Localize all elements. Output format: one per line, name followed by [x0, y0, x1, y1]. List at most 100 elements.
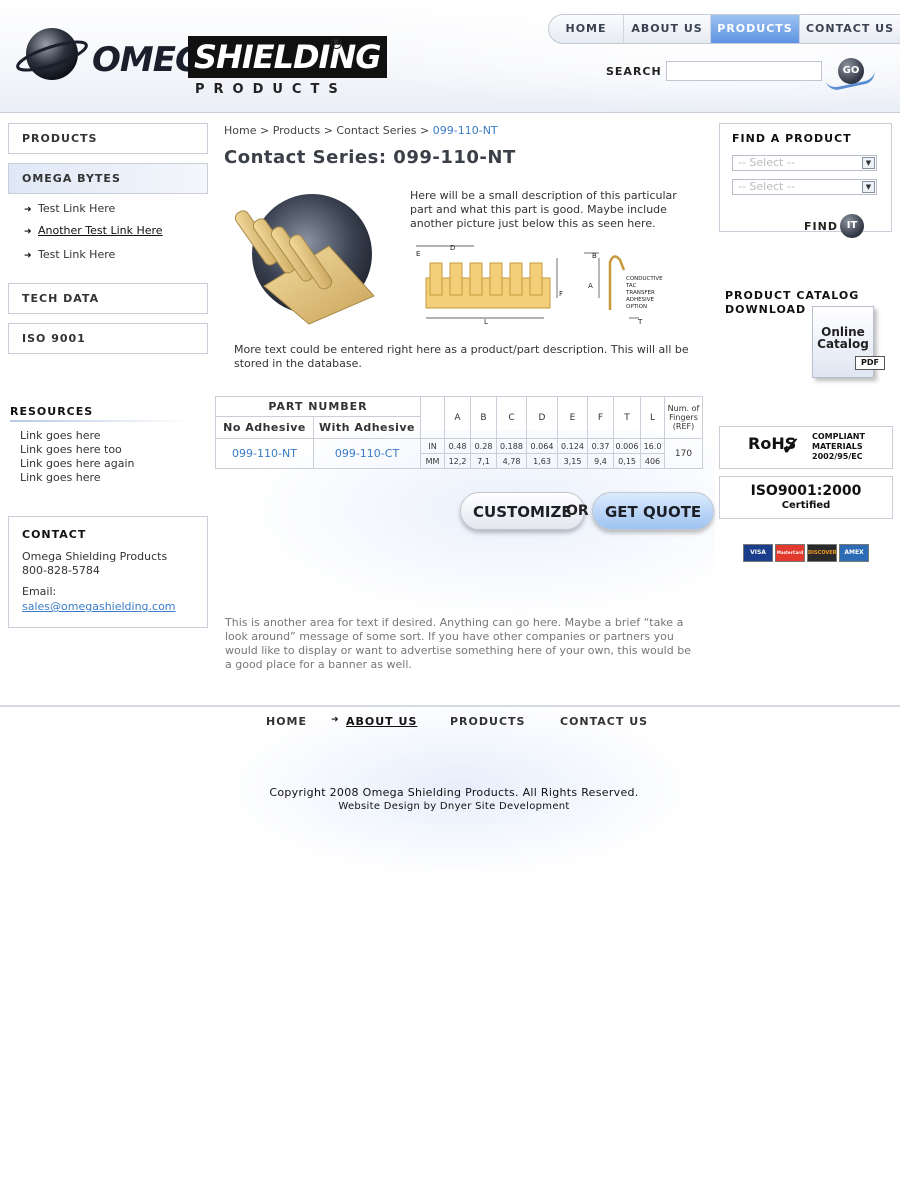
design-credit: Website Design by Dnyer Site Development	[338, 801, 570, 812]
diagram-label: ADHESIVE	[626, 297, 654, 303]
sidebar-item-tech-data[interactable]: TECH DATA	[8, 283, 208, 314]
mastercard-card-icon: MasterCard	[775, 544, 805, 562]
diagram-label: D	[450, 244, 455, 252]
resource-link[interactable]: Link goes here too	[20, 443, 122, 456]
get-quote-button[interactable]: GET QUOTE	[592, 492, 715, 530]
contact-company: Omega Shielding Products	[22, 550, 168, 563]
arrow-right-icon: ➜	[24, 205, 32, 215]
select-value: -- Select --	[738, 180, 795, 193]
table-cell: 0.064	[526, 438, 558, 454]
product-select-2[interactable]: -- Select -- ▼	[732, 179, 877, 195]
table-header-dim: B	[470, 396, 497, 439]
product-select-1[interactable]: -- Select -- ▼	[732, 155, 877, 171]
nav-about-us[interactable]: ABOUT US	[624, 15, 711, 43]
rohs-badge	[719, 426, 893, 469]
logo-word-products: PRODUCTS	[195, 82, 347, 97]
breadcrumb: Home > Products > Contact Series > 099-1…	[224, 124, 498, 137]
diagram-label: B	[592, 252, 597, 260]
sidebar-item-iso-9001[interactable]: ISO 9001	[8, 323, 208, 354]
parts-table: PART NUMBER A B C D E F T L Num. of Fing…	[215, 396, 703, 469]
table-cell: 12,2	[444, 453, 471, 469]
copyright-text: Copyright 2008 Omega Shielding Products.…	[269, 786, 639, 799]
table-header-blank	[420, 396, 445, 439]
arrow-right-icon: ➜	[24, 227, 32, 237]
find-it-button[interactable]: IT	[840, 214, 864, 238]
breadcrumb-current: 099-110-NT	[432, 124, 498, 137]
catalog-pdf-label[interactable]: Online Catalog	[814, 326, 872, 350]
table-header-no-adhesive: No Adhesive	[215, 416, 314, 439]
resources-title: RESOURCES	[10, 405, 94, 418]
footer-nav-contact-us[interactable]: CONTACT US	[560, 715, 648, 728]
promo-text: This is another area for text if desired…	[225, 616, 691, 671]
sidebar-item-omega-bytes[interactable]: OMEGA BYTES	[8, 163, 208, 194]
table-header-dim: T	[613, 396, 641, 439]
catalog-doc-line: Catalog	[817, 337, 869, 351]
planet-logo-icon	[16, 28, 88, 80]
footer-nav-products[interactable]: PRODUCTS	[450, 715, 525, 728]
select-value: -- Select --	[738, 156, 795, 169]
contact-email-link[interactable]: sales@omegashielding.com	[22, 600, 176, 613]
table-cell: 406	[640, 453, 665, 469]
breadcrumb-separator: >	[323, 124, 333, 137]
find-it-label[interactable]: FIND	[804, 220, 838, 233]
table-cell: 4,78	[496, 453, 527, 469]
diagram-label: OPTION	[626, 304, 647, 310]
part-number-with-adhesive-link[interactable]: 099-110-CT	[313, 438, 421, 469]
rohs-line: 2002/95/EC	[812, 452, 863, 461]
table-header-dim: C	[496, 396, 527, 439]
breadcrumb-separator: >	[420, 124, 430, 137]
table-header-dim: L	[640, 396, 665, 439]
table-header-with-adhesive: With Adhesive	[313, 416, 421, 439]
sidebar-sublink-active[interactable]: ➜ Another Test Link Here	[24, 224, 163, 237]
breadcrumb-products[interactable]: Products	[273, 124, 321, 137]
table-cell: 0.188	[496, 438, 527, 454]
product-dimension-diagram: E D B A F L T CONDUCTIVE TAC TRANSFER AD…	[416, 244, 663, 326]
discover-card-icon: DISCOVER	[807, 544, 837, 562]
search-input[interactable]	[666, 61, 822, 81]
table-header-dim: D	[526, 396, 558, 439]
rohs-line: MATERIALS	[812, 442, 863, 451]
nav-contact-us[interactable]: CONTACT US	[800, 15, 900, 43]
table-header-dim: F	[587, 396, 614, 439]
resource-link[interactable]: Link goes here	[20, 429, 101, 442]
part-number-no-adhesive-link[interactable]: 099-110-NT	[215, 438, 314, 469]
contact-title: CONTACT	[22, 528, 87, 541]
sidebar-sublink[interactable]: ➜ Test Link Here	[24, 202, 115, 215]
search-label: SEARCH	[606, 65, 662, 78]
product-description: Here will be a small description of this…	[410, 189, 677, 230]
amex-card-icon: AMEX	[839, 544, 869, 562]
table-cell: 0.124	[557, 438, 588, 454]
chevron-down-icon[interactable]: ▼	[862, 157, 875, 169]
footer-nav-home[interactable]: HOME	[266, 715, 307, 728]
sidebar-item-products[interactable]: PRODUCTS	[8, 123, 208, 154]
search-go-button[interactable]: GO	[838, 58, 864, 84]
table-cell: 3,15	[557, 453, 588, 469]
unit-label-mm: MM	[420, 453, 445, 469]
breadcrumb-home[interactable]: Home	[224, 124, 256, 137]
table-cell-fingers: 170	[664, 438, 703, 469]
iso-title: ISO9001:2000	[750, 483, 862, 499]
rohs-details: COMPLIANT MATERIALS 2002/95/EC	[812, 432, 865, 462]
sidebar-sublink[interactable]: ➜ Test Link Here	[24, 248, 115, 261]
nav-products[interactable]: PRODUCTS	[711, 15, 800, 43]
nav-home[interactable]: HOME	[549, 15, 624, 43]
product-image	[234, 194, 375, 325]
resource-link[interactable]: Link goes here again	[20, 457, 135, 470]
footer-nav-about-us[interactable]: ABOUT US	[346, 715, 417, 728]
diagram-label: L	[484, 318, 488, 326]
table-cell: 9,4	[587, 453, 614, 469]
resource-link[interactable]: Link goes here	[20, 471, 101, 484]
table-cell: 0.28	[470, 438, 497, 454]
arrow-right-icon: ➜	[331, 715, 339, 725]
table-header-dim: E	[557, 396, 588, 439]
registered-mark: R	[331, 38, 342, 49]
rohs-line: COMPLIANT	[812, 432, 865, 441]
chevron-down-icon[interactable]: ▼	[862, 181, 875, 193]
table-cell: 0.006	[613, 438, 641, 454]
table-header-dim: A	[444, 396, 471, 439]
diagram-label: TRANSFER	[625, 290, 655, 296]
resources-divider	[10, 420, 190, 422]
breadcrumb-series[interactable]: Contact Series	[336, 124, 416, 137]
page-title: Contact Series: 099-110-NT	[224, 147, 516, 168]
table-header-fingers: Num. of Fingers (REF)	[664, 396, 703, 439]
